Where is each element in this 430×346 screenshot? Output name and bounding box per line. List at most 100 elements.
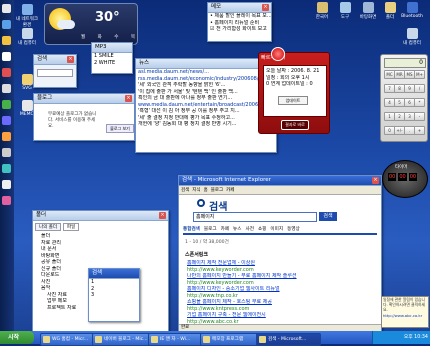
close-icon[interactable]: ×	[67, 56, 74, 63]
nav-image[interactable]: 이미지	[270, 226, 283, 232]
weather-widget[interactable]: 30° 월 화 수 목	[44, 3, 138, 45]
nav-news[interactable]: 뉴스	[233, 226, 241, 232]
mp3-item-2[interactable]: 2 WHITE	[92, 60, 132, 67]
schedule-go-button[interactable]: 결과로 바로	[281, 120, 309, 130]
quick-icon-12[interactable]	[2, 180, 11, 189]
schedule-panel: 오늘 날짜 : 2006. 8. 21 일정 : 회의 오후 1시 0 연계 업…	[263, 65, 327, 117]
calc-key[interactable]: -	[414, 112, 425, 121]
quick-icon-5[interactable]	[2, 68, 11, 77]
close-icon[interactable]: ×	[125, 95, 132, 102]
schedule-window[interactable]: 빠르게 쓰기 오늘 날짜 : 2006. 8. 21 일정 : 회의 오후 1시…	[258, 47, 330, 134]
tip-text: 일정에 관한 알림이 있습니다. 확인하시려면 클릭하세요.	[383, 297, 426, 312]
quick-icon-6[interactable]	[2, 84, 11, 93]
nav-blog[interactable]: 블로그	[204, 226, 217, 232]
system-tray: 오후 10:34	[372, 331, 430, 344]
close-icon[interactable]: ×	[262, 4, 269, 11]
cloud-icon	[57, 20, 75, 29]
news-window[interactable]: 뉴스× asl.media.daum.net/news/... rss.medi…	[135, 58, 277, 153]
browser-tab-5[interactable]: 카페	[226, 187, 234, 193]
timer-seconds: 00	[408, 173, 418, 181]
mp3-title: MP3	[95, 44, 107, 50]
desktop-icon-top-4[interactable]: 폴더	[378, 2, 402, 20]
quick-icon-1[interactable]	[2, 4, 11, 13]
quick-icon-2[interactable]	[2, 20, 11, 29]
blog-gadget-button[interactable]: 블로그 보기	[106, 124, 134, 133]
nav-dict[interactable]: 사전	[246, 226, 254, 232]
close-icon[interactable]: ×	[372, 177, 379, 184]
task-button-5[interactable]: 검색 - Microsoft...	[256, 333, 321, 346]
schedule-event: 회의 오후 1시	[280, 74, 310, 81]
quick-icon-8[interactable]	[2, 116, 11, 125]
browser-tab-1[interactable]: 검색	[181, 187, 189, 193]
news-item[interactable]: 개헌에 '양' 김동회 대 평 정치 결정 반영 시기...	[136, 121, 276, 128]
desktop-icon-computer[interactable]: 내 컴퓨터	[15, 28, 39, 46]
tab-files[interactable]: 파일	[63, 223, 80, 231]
update-button[interactable]: 업데이트	[278, 96, 308, 105]
quick-icon-10[interactable]	[2, 148, 11, 157]
blog-gadget-text: 무료예상 플로그가 없습니다. 서비스를 이용해 주세요.	[48, 112, 97, 129]
apple-icon	[271, 47, 285, 61]
timer-widget[interactable]: 타이머 00 00 00	[382, 160, 428, 198]
clock[interactable]: 오후 10:34	[404, 331, 428, 344]
nav-shop[interactable]: 쇼핑	[258, 226, 266, 232]
result-count: 1 - 10 / 약 38,000건	[185, 240, 229, 245]
timer-hours: 00	[388, 173, 397, 181]
search-gadget-input[interactable]	[37, 69, 73, 77]
quick-icon-3[interactable]	[2, 36, 11, 45]
browser-tab-4[interactable]: 블로그	[211, 187, 223, 193]
desktop-icon-top-3[interactable]: 바탕화면	[356, 2, 380, 20]
blog-gadget-title: 블로그	[37, 95, 53, 101]
quick-icon-13[interactable]	[2, 196, 11, 205]
search-gadget[interactable]: 검색 ×	[33, 54, 77, 88]
desktop-icon-top-2[interactable]: 도구	[333, 2, 357, 20]
calc-key[interactable]: +	[414, 126, 425, 135]
small-window-title: 검색	[92, 270, 103, 276]
weather-day-2: 화	[97, 35, 102, 40]
calc-key[interactable]: M+	[414, 70, 425, 79]
browser-tab-2[interactable]: 지식	[192, 187, 200, 193]
desktop-icon-top-1[interactable]: 한국어	[310, 2, 334, 20]
desktop-icon-mycomputer[interactable]: 내 컴퓨터	[400, 28, 424, 46]
search-button[interactable]: 검색	[319, 212, 337, 221]
nav-cafe[interactable]: 카페	[221, 226, 229, 232]
quick-icon-7[interactable]	[2, 100, 11, 109]
quick-icon-9[interactable]	[2, 132, 11, 141]
sponsor-title: 스폰서링크	[185, 252, 209, 258]
tab-my-folder[interactable]: 나의 폴더	[35, 223, 61, 231]
weather-day-3: 수	[114, 35, 119, 40]
calculator-widget[interactable]: 0 MC MR MS M+ 7 8 9 / 4 5 6 * 1 2 3 - 0 …	[380, 54, 428, 142]
quick-icon-11[interactable]	[2, 164, 11, 173]
site-logo[interactable]: 검색	[209, 198, 227, 213]
nav-video[interactable]: 동영상	[287, 226, 300, 232]
start-label: 시작	[8, 334, 20, 341]
note-line-1: • 제품 할인 플레이 목표 모...	[210, 13, 271, 19]
news-title: 뉴스	[139, 60, 150, 66]
blog-gadget[interactable]: 블로그 × 무료예상 플로그가 없습니다. 서비스를 이용해 주세요. 블로그 보…	[33, 93, 135, 141]
tip-url[interactable]: http://www.abc.co.kr	[382, 313, 428, 318]
timer-title: 타이머	[395, 165, 408, 170]
note-widget[interactable]: 메모 × • 제품 할인 플레이 목표 모... • 홈페이지 리뉴얼 준비 ☑ …	[207, 2, 272, 42]
calc-key[interactable]: *	[414, 98, 425, 107]
note-line-3: ☑ 전 가리함성 화이트 보고	[210, 26, 267, 32]
browser-title: 검색 - Microsoft Internet Explorer	[182, 177, 271, 183]
weather-temperature: 30	[95, 10, 114, 25]
folder-tree-title: 폴더	[36, 212, 47, 218]
browser-window[interactable]: 검색 - Microsoft Internet Explorer × 검색 지식 …	[178, 175, 382, 332]
nav-all[interactable]: 통합검색	[183, 226, 200, 232]
mp3-widget[interactable]: MP3 1 SMILE 2 WHITE	[91, 42, 133, 74]
calc-key[interactable]: /	[414, 84, 425, 93]
browser-tab-3[interactable]: 홈	[204, 187, 208, 193]
desktop-icon-bluetooth[interactable]: Bluetooth	[400, 2, 424, 19]
weather-day-1: 월	[81, 35, 86, 40]
start-button[interactable]: 시작	[0, 331, 34, 344]
search-gadget-title: 검색	[37, 56, 48, 62]
calculator-display: 0	[384, 58, 426, 68]
schedule-today: 2006. 8. 21	[290, 68, 320, 74]
close-icon[interactable]: ×	[159, 212, 166, 219]
tip-panel[interactable]: 일정에 관한 알림이 있습니다. 확인하시려면 클릭하세요. http://ww…	[381, 296, 429, 328]
search-input[interactable]: 홈페이지	[193, 212, 317, 222]
quick-icon-4[interactable]	[2, 52, 11, 61]
browser-status: 완료	[179, 324, 381, 331]
desktop-icon-network[interactable]: 내 네트워크 환경	[15, 4, 39, 28]
small-window[interactable]: 검색 1 2 3	[88, 268, 140, 322]
